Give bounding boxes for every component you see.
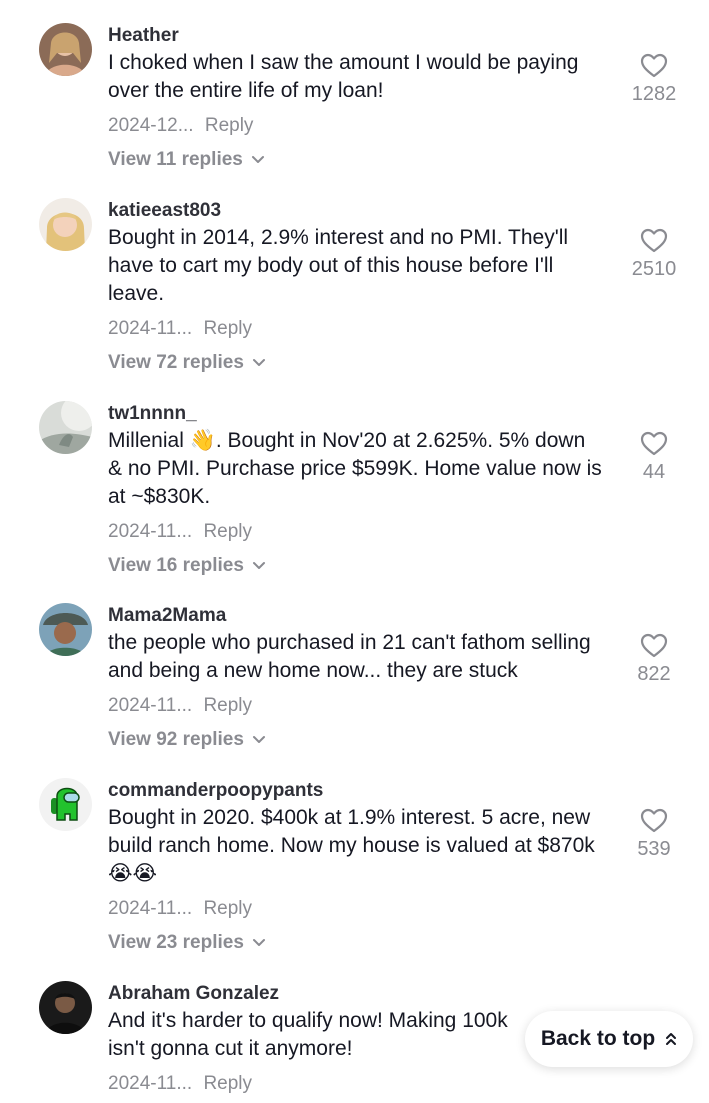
view-replies-label: View 11 replies bbox=[108, 149, 243, 170]
like-count: 822 bbox=[637, 663, 671, 685]
view-replies-label: View 72 replies bbox=[108, 352, 244, 373]
avatar[interactable] bbox=[39, 981, 92, 1034]
like-section: 1282 bbox=[620, 53, 688, 107]
like-section: 539 bbox=[620, 808, 688, 862]
avatar[interactable] bbox=[39, 603, 92, 656]
comment-username[interactable]: tw1nnnn_ bbox=[108, 401, 618, 427]
heart-icon[interactable] bbox=[640, 431, 668, 457]
like-count: 2510 bbox=[631, 258, 677, 280]
comment-username[interactable]: Abraham Gonzalez bbox=[108, 981, 618, 1007]
chevron-down-icon bbox=[252, 562, 265, 569]
avatar[interactable] bbox=[39, 198, 92, 251]
comment-text: Bought in 2020. $400k at 1.9% interest. … bbox=[108, 806, 595, 885]
like-section: 822 bbox=[620, 633, 688, 687]
reply-button[interactable]: Reply bbox=[205, 115, 254, 136]
comment-date: 2024-11... bbox=[108, 1073, 193, 1094]
comment-date: 2024-11... bbox=[108, 695, 193, 716]
back-to-top-label: Back to top bbox=[540, 1027, 656, 1050]
chevron-down-icon bbox=[252, 939, 265, 946]
comment-text: the people who purchased in 21 can't fat… bbox=[108, 631, 591, 682]
chevron-down-icon bbox=[252, 736, 265, 743]
reply-button[interactable]: Reply bbox=[203, 695, 252, 716]
view-replies-button[interactable]: View 16 replies bbox=[108, 553, 266, 579]
avatar[interactable] bbox=[39, 23, 92, 76]
comment-text: Bought in 2014, 2.9% interest and no PMI… bbox=[108, 226, 569, 305]
comment-username[interactable]: Heather bbox=[108, 23, 618, 49]
back-to-top-button[interactable]: Back to top bbox=[525, 1011, 693, 1067]
heart-icon[interactable] bbox=[640, 633, 668, 659]
comment-meta: 2024-12... Reply bbox=[108, 113, 618, 139]
comment-date: 2024-12... bbox=[108, 115, 194, 136]
comment-username[interactable]: katieeast803 bbox=[108, 198, 618, 224]
comment-meta: 2024-11... Reply bbox=[108, 1071, 618, 1097]
double-chevron-up-icon bbox=[666, 1033, 677, 1045]
comment-meta: 2024-11... Reply bbox=[108, 519, 618, 545]
heart-icon[interactable] bbox=[640, 808, 668, 834]
comment-meta: 2024-11... Reply bbox=[108, 316, 618, 342]
reply-button[interactable]: Reply bbox=[203, 318, 252, 339]
reply-button[interactable]: Reply bbox=[203, 521, 252, 542]
comment-date: 2024-11... bbox=[108, 521, 193, 542]
heart-icon[interactable] bbox=[640, 53, 668, 79]
view-replies-label: View 23 replies bbox=[108, 932, 244, 953]
view-replies-button[interactable]: View 23 replies bbox=[108, 930, 266, 956]
view-replies-label: View 92 replies bbox=[108, 729, 244, 750]
reply-button[interactable]: Reply bbox=[203, 898, 252, 919]
like-section: 2510 bbox=[620, 228, 688, 282]
view-replies-button[interactable]: View 11 replies bbox=[108, 147, 265, 173]
comment-username[interactable]: commanderpoopypants bbox=[108, 778, 618, 804]
heart-icon[interactable] bbox=[640, 228, 668, 254]
view-replies-button[interactable]: View 92 replies bbox=[108, 727, 266, 753]
comment-date: 2024-11... bbox=[108, 318, 193, 339]
like-section: 44 bbox=[620, 431, 688, 485]
like-count: 44 bbox=[642, 461, 666, 483]
comment-meta: 2024-11... Reply bbox=[108, 693, 618, 719]
reply-button[interactable]: Reply bbox=[203, 1073, 252, 1094]
chevron-down-icon bbox=[252, 359, 265, 366]
like-count: 539 bbox=[637, 838, 671, 860]
comment-text: I choked when I saw the amount I would b… bbox=[108, 51, 579, 102]
crewmate-avatar bbox=[39, 778, 92, 831]
view-replies-label: View 16 replies bbox=[108, 555, 244, 576]
chevron-down-icon bbox=[251, 156, 264, 163]
view-replies-button[interactable]: View 72 replies bbox=[108, 350, 266, 376]
avatar[interactable] bbox=[39, 401, 92, 454]
comment-meta: 2024-11... Reply bbox=[108, 896, 618, 922]
comment-date: 2024-11... bbox=[108, 898, 193, 919]
like-count: 1282 bbox=[631, 83, 677, 105]
comment-text: Millenial 👋. Bought in Nov'20 at 2.625%.… bbox=[108, 429, 602, 508]
avatar[interactable] bbox=[39, 778, 92, 831]
comment-username[interactable]: Mama2Mama bbox=[108, 603, 618, 629]
